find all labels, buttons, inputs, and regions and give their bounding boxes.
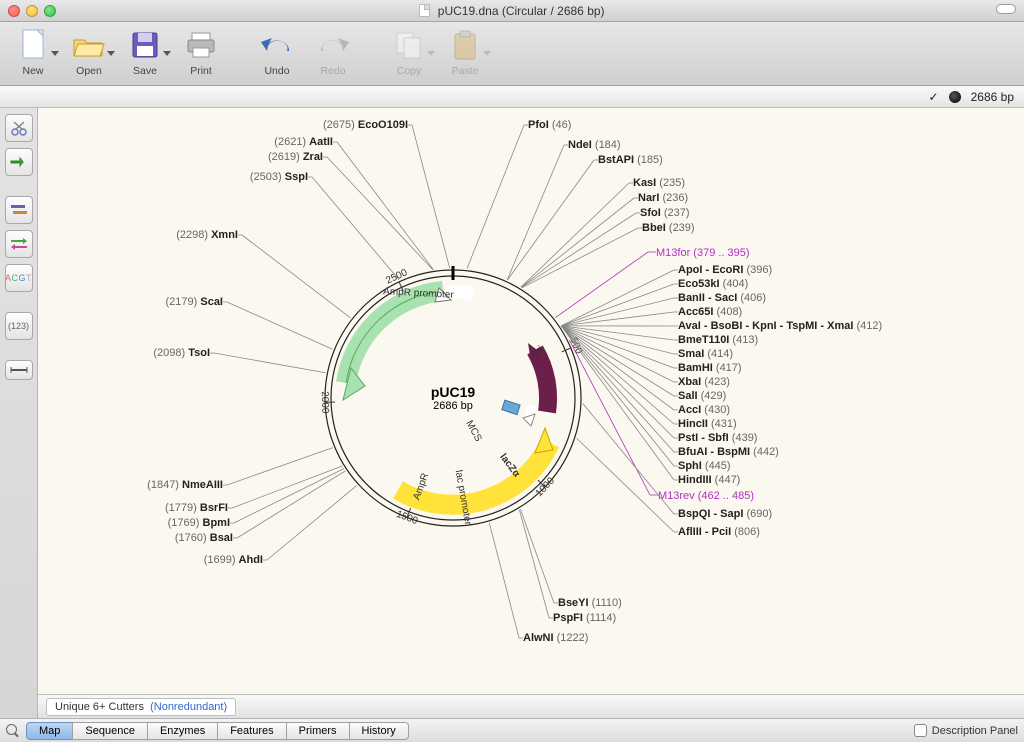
svg-text:PspFI (1114): PspFI (1114) — [553, 612, 616, 624]
svg-text:NarI (236): NarI (236) — [638, 192, 688, 204]
svg-text:SphI (445): SphI (445) — [678, 460, 731, 472]
svg-text:(2179) ScaI: (2179) ScaI — [166, 296, 224, 308]
enzyme-filter[interactable]: Unique 6+ Cutters (Nonredundant) — [46, 698, 236, 716]
svg-text:(2619) ZraI: (2619) ZraI — [268, 151, 323, 163]
svg-text:(1760) BsaI: (1760) BsaI — [175, 532, 233, 544]
svg-text:XbaI (423): XbaI (423) — [678, 376, 730, 388]
tab-enzymes[interactable]: Enzymes — [147, 722, 218, 740]
save-button[interactable]: Save — [120, 26, 170, 77]
tab-features[interactable]: Features — [217, 722, 286, 740]
chevron-down-icon — [483, 51, 491, 56]
chevron-down-icon — [427, 51, 435, 56]
svg-text:BanII - SacI (406): BanII - SacI (406) — [678, 292, 766, 304]
svg-text:PstI - SbfI (439): PstI - SbfI (439) — [678, 432, 757, 444]
svg-text:BfuAI - BspMI (442): BfuAI - BspMI (442) — [678, 446, 779, 458]
svg-text:M13rev (462 .. 485): M13rev (462 .. 485) — [658, 490, 754, 502]
svg-text:AccI (430): AccI (430) — [678, 404, 730, 416]
view-tabs: MapSequenceEnzymesFeaturesPrimersHistory — [26, 722, 409, 740]
svg-text:(2503) SspI: (2503) SspI — [250, 171, 308, 183]
svg-text:NdeI (184): NdeI (184) — [568, 139, 621, 151]
plasmid-map-canvas[interactable]: 2500200015001000500 — [38, 108, 1024, 694]
window-title: pUC19.dna (Circular / 2686 bp) — [0, 4, 1024, 18]
svg-text:BspQI - SapI (690): BspQI - SapI (690) — [678, 508, 772, 520]
bottom-bar: MapSequenceEnzymesFeaturesPrimersHistory… — [0, 718, 1024, 742]
undo-button[interactable]: Undo — [252, 26, 302, 77]
feature-tool-button[interactable] — [5, 196, 33, 224]
tab-primers[interactable]: Primers — [286, 722, 350, 740]
linear-view-button[interactable] — [5, 360, 33, 380]
copy-button: Copy — [384, 26, 434, 77]
svg-text:BstAPI (185): BstAPI (185) — [598, 154, 663, 166]
svg-text:SmaI (414): SmaI (414) — [678, 348, 733, 360]
svg-text:BmeT110I (413): BmeT110I (413) — [678, 334, 758, 346]
primer-tool-button[interactable] — [5, 230, 33, 258]
toolbar-toggle-button[interactable] — [996, 4, 1016, 14]
description-panel-label: Description Panel — [932, 725, 1018, 737]
zoom-icon[interactable] — [6, 724, 20, 738]
svg-text:SfoI (237): SfoI (237) — [640, 207, 690, 219]
svg-text:(2298) XmnI: (2298) XmnI — [176, 229, 238, 241]
svg-text:SalI (429): SalI (429) — [678, 390, 726, 402]
plasmid-center-label: pUC19 2686 bp — [431, 384, 475, 412]
main-toolbar: New Open Save Print Undo Redo Copy Paste — [0, 22, 1024, 86]
sequence-length: 2686 bp — [971, 90, 1014, 104]
tab-sequence[interactable]: Sequence — [72, 722, 148, 740]
cut-tool-button[interactable] — [5, 114, 33, 142]
sequence-tool-button[interactable]: ACGT — [5, 264, 33, 292]
circular-topology-icon[interactable] — [949, 91, 961, 103]
description-panel-checkbox[interactable] — [914, 724, 927, 737]
paste-button: Paste — [440, 26, 490, 77]
svg-text:BseYI (1110): BseYI (1110) — [558, 597, 622, 609]
tab-map[interactable]: Map — [26, 722, 73, 740]
status-bar: ✓ 2686 bp — [0, 86, 1024, 108]
document-icon — [419, 4, 430, 17]
svg-text:HindIII (447): HindIII (447) — [678, 474, 740, 486]
svg-text:BbeI (239): BbeI (239) — [642, 222, 695, 234]
filter-strip: Unique 6+ Cutters (Nonredundant) — [38, 694, 1024, 718]
redo-button: Redo — [308, 26, 358, 77]
print-button[interactable]: Print — [176, 26, 226, 77]
svg-text:(1847) NmeAIII: (1847) NmeAIII — [147, 479, 223, 491]
chevron-down-icon — [107, 51, 115, 56]
svg-text:M13for (379 .. 395): M13for (379 .. 395) — [656, 247, 750, 259]
svg-text:MCS: MCS — [463, 419, 483, 444]
chevron-down-icon — [51, 51, 59, 56]
open-button[interactable]: Open — [64, 26, 114, 77]
svg-text:(1699) AhdI: (1699) AhdI — [204, 554, 263, 566]
svg-text:PfoI (46): PfoI (46) — [528, 119, 571, 131]
svg-text:AvaI - BsoBI - KpnI - TspMI -: AvaI - BsoBI - KpnI - TspMI - XmaI (412) — [678, 320, 882, 332]
svg-text:(2098) TsoI: (2098) TsoI — [153, 347, 210, 359]
window-titlebar: pUC19.dna (Circular / 2686 bp) — [0, 0, 1024, 22]
svg-text:(2675) EcoO109I: (2675) EcoO109I — [323, 119, 408, 131]
side-toolbar: ACGT (123) — [0, 108, 38, 718]
svg-text:2000: 2000 — [319, 391, 331, 414]
svg-text:(2621) AatII: (2621) AatII — [274, 136, 333, 148]
new-button[interactable]: New — [8, 26, 58, 77]
svg-text:ApoI - EcoRI (396): ApoI - EcoRI (396) — [678, 264, 772, 276]
verified-icon: ✓ — [929, 91, 939, 103]
svg-text:(1769) BpmI: (1769) BpmI — [168, 517, 230, 529]
numbering-tool-button[interactable]: (123) — [5, 312, 33, 340]
svg-text:1000: 1000 — [534, 475, 558, 499]
svg-text:(1779) BsrFI: (1779) BsrFI — [165, 502, 228, 514]
svg-text:1500: 1500 — [395, 509, 420, 527]
svg-text:AlwNI (1222): AlwNI (1222) — [523, 632, 588, 644]
svg-text:HincII (431): HincII (431) — [678, 418, 737, 430]
svg-text:Eco53kI (404): Eco53kI (404) — [678, 278, 748, 290]
chevron-down-icon — [163, 51, 171, 56]
svg-text:BamHI (417): BamHI (417) — [678, 362, 742, 374]
arrow-tool-button[interactable] — [5, 148, 33, 176]
svg-text:Acc65I (408): Acc65I (408) — [678, 306, 742, 318]
tab-history[interactable]: History — [349, 722, 409, 740]
svg-text:KasI (235): KasI (235) — [633, 177, 685, 189]
svg-text:AflIII - PciI (806): AflIII - PciI (806) — [678, 526, 760, 538]
